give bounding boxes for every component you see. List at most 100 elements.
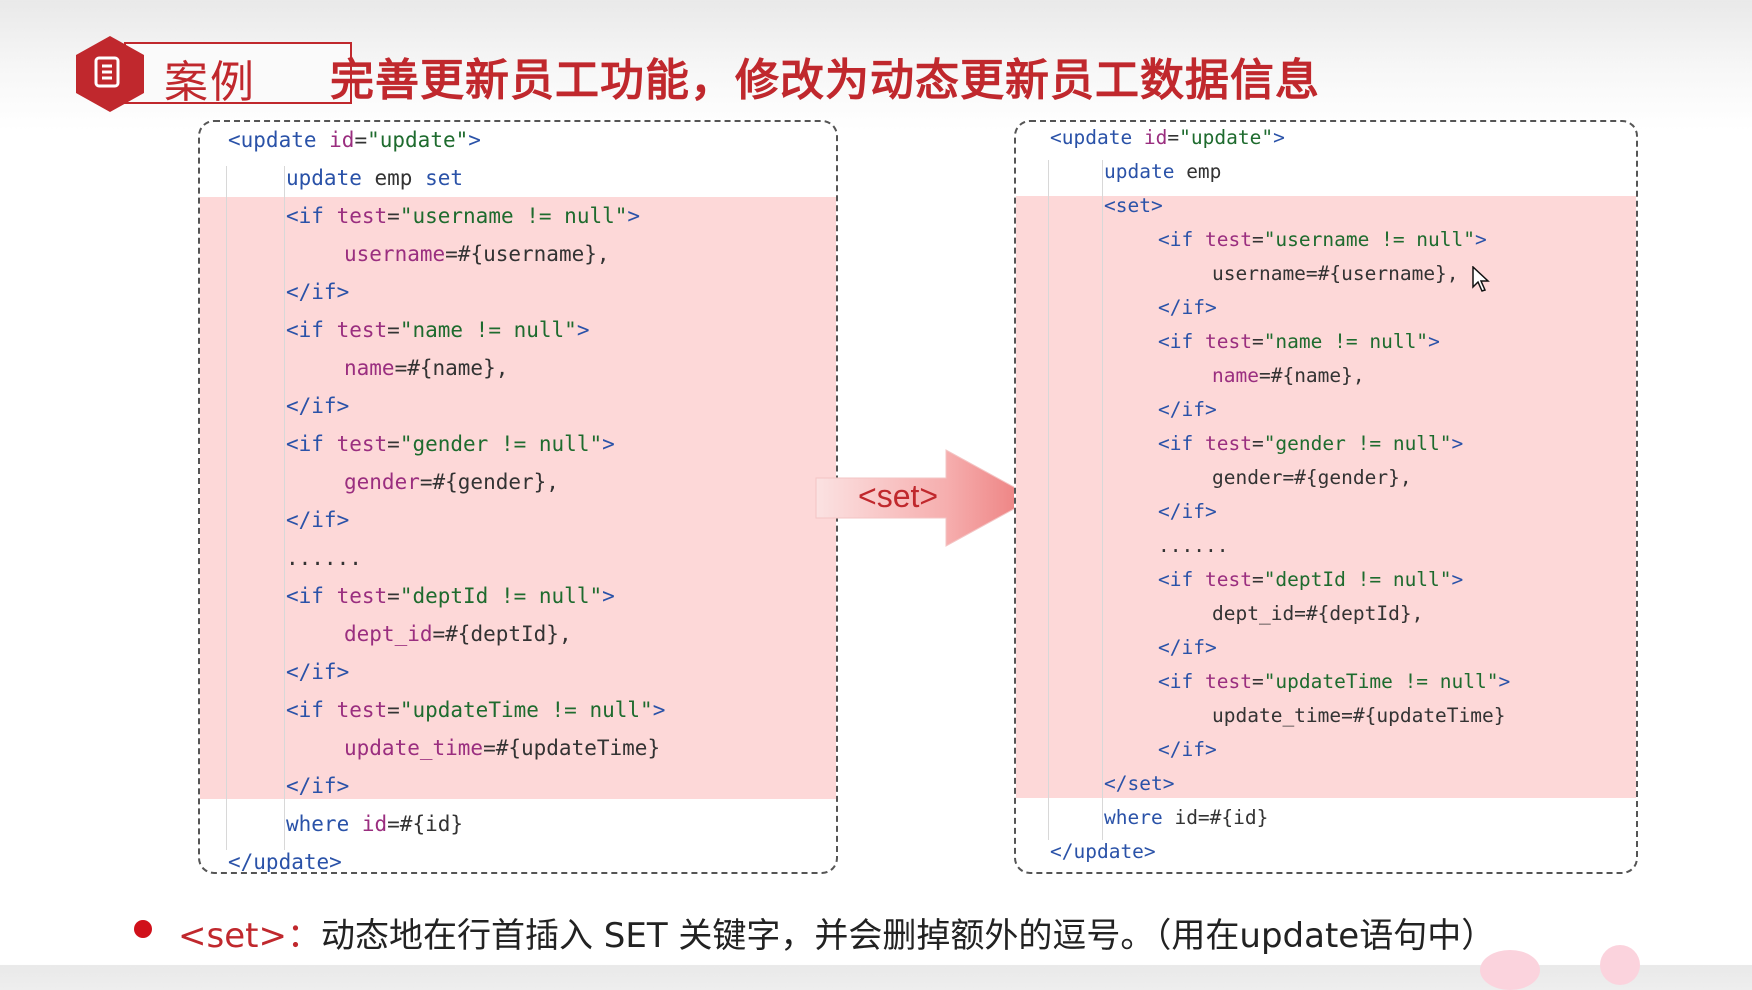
code-token: >: [576, 318, 590, 342]
code-token: <if: [1158, 228, 1205, 251]
mouse-cursor-icon: [1472, 266, 1490, 292]
code-token: <if: [286, 584, 337, 608]
code-token: </if>: [286, 774, 350, 798]
code-token: update_time=#{updateTime}: [1212, 704, 1506, 727]
code-token: username: [344, 242, 446, 266]
set-description: <set>：动态地在行首插入 SET 关键字，并会删掉额外的逗号。（用在upda…: [178, 908, 1495, 957]
code-token: =: [387, 204, 400, 228]
code-line: name=#{name},: [1212, 364, 1365, 388]
code-token: =: [1251, 432, 1264, 455]
code-token: </if>: [1158, 296, 1217, 319]
code-token: "name != null": [1263, 330, 1429, 353]
code-token: =#{id}: [387, 812, 464, 836]
code-token: name: [1212, 364, 1259, 387]
code-token: =#{username},: [445, 242, 610, 266]
code-line: </if>: [286, 660, 349, 684]
code-line: </if>: [1158, 738, 1217, 762]
code-token: "deptId != null": [399, 584, 603, 608]
code-line: </if>: [286, 394, 349, 418]
code-line: </if>: [286, 508, 349, 532]
badge-label: 案例: [164, 57, 256, 108]
code-token: "deptId != null": [1263, 568, 1452, 591]
code-token: =: [1167, 126, 1180, 149]
code-token: dept_id=#{deptId},: [1212, 602, 1424, 625]
code-token: >: [652, 698, 666, 722]
code-token: <if: [286, 204, 337, 228]
code-line: username=#{username},: [344, 242, 610, 266]
set-code-panel: <update id="update"> update emp <set> <if t…: [1014, 120, 1638, 874]
code-token: <update: [1050, 126, 1144, 149]
code-token: </set>: [1104, 772, 1175, 795]
original-code-panel: <update id="update"> update emp set <if te…: [198, 120, 838, 874]
code-token: "update": [1179, 126, 1274, 149]
code-token: =: [387, 584, 400, 608]
code-token: test: [336, 318, 388, 342]
code-token: <if: [1158, 330, 1205, 353]
code-token: update: [1104, 160, 1175, 183]
code-token: =: [1251, 330, 1264, 353]
code-token: update: [286, 166, 362, 190]
code-token: "updateTime != null": [1263, 670, 1499, 693]
code-token: emp: [1174, 160, 1222, 183]
code-line: </set>: [1104, 772, 1174, 796]
code-line: </if>: [1158, 398, 1217, 422]
code-token: test: [1204, 432, 1252, 455]
code-line: update emp set: [286, 166, 463, 190]
code-token: id=#{id}: [1174, 806, 1269, 829]
code-token: "gender != null": [1263, 432, 1452, 455]
code-line: <if test="deptId != null">: [286, 584, 615, 608]
code-line: <if test="gender != null">: [1158, 432, 1463, 456]
code-token: set: [425, 166, 464, 190]
code-token: =: [1251, 670, 1264, 693]
code-token: test: [336, 432, 388, 456]
code-token: id: [361, 812, 388, 836]
code-token: </if>: [286, 394, 350, 418]
code-line: <set>: [1104, 194, 1163, 218]
code-line: update emp: [1104, 160, 1221, 184]
code-line: <if test="username != null">: [1158, 228, 1487, 252]
code-token: <set>: [1104, 194, 1163, 217]
code-token: </if>: [286, 280, 350, 304]
code-line: <if test="updateTime != null">: [286, 698, 665, 722]
code-token: <if: [286, 698, 337, 722]
code-token: =: [354, 128, 368, 152]
code-token: name: [344, 356, 395, 380]
code-line: </if>: [1158, 296, 1217, 320]
code-line: where id=#{id}: [286, 812, 463, 836]
code-line: update_time=#{updateTime}: [1212, 704, 1506, 728]
code-line: </if>: [1158, 636, 1217, 660]
code-line: </update>: [228, 850, 342, 872]
case-badge: 案例: [76, 36, 352, 112]
code-line: </if>: [286, 280, 349, 304]
code-token: >: [1475, 228, 1487, 251]
code-token: <if: [286, 318, 337, 342]
code-token: test: [336, 698, 388, 722]
code-token: where: [1104, 806, 1175, 829]
code-line: dept_id=#{deptId},: [344, 622, 572, 646]
code-line: ......: [286, 546, 362, 570]
code-token: update_time: [344, 736, 484, 760]
code-line: ......: [1158, 534, 1228, 558]
code-token: test: [336, 204, 388, 228]
page-title: 完善更新员工功能，修改为动态更新员工数据信息: [330, 55, 1320, 106]
code-token: </if>: [1158, 398, 1217, 421]
code-token: test: [336, 584, 388, 608]
code-token: "updateTime != null": [399, 698, 653, 722]
code-token: "username != null": [1263, 228, 1476, 251]
code-line: where id=#{id}: [1104, 806, 1268, 830]
code-token: </if>: [1158, 738, 1217, 761]
code-token: </if>: [1158, 500, 1217, 523]
code-token: </update>: [1050, 840, 1156, 863]
code-token: <if: [1158, 670, 1205, 693]
code-token: =: [387, 318, 400, 342]
code-line: <update id="update">: [228, 128, 481, 152]
code-token: emp: [361, 166, 426, 190]
code-token: =: [387, 432, 400, 456]
code-line: name=#{name},: [344, 356, 508, 380]
code-token: >: [1273, 126, 1285, 149]
code-token: =: [387, 698, 400, 722]
set-description-text: 动态地在行首插入 SET 关键字，并会删掉额外的逗号。（用在update语句中）: [320, 916, 1496, 956]
code-line: </if>: [1158, 500, 1217, 524]
code-token: </if>: [286, 508, 350, 532]
code-token: test: [1204, 670, 1252, 693]
